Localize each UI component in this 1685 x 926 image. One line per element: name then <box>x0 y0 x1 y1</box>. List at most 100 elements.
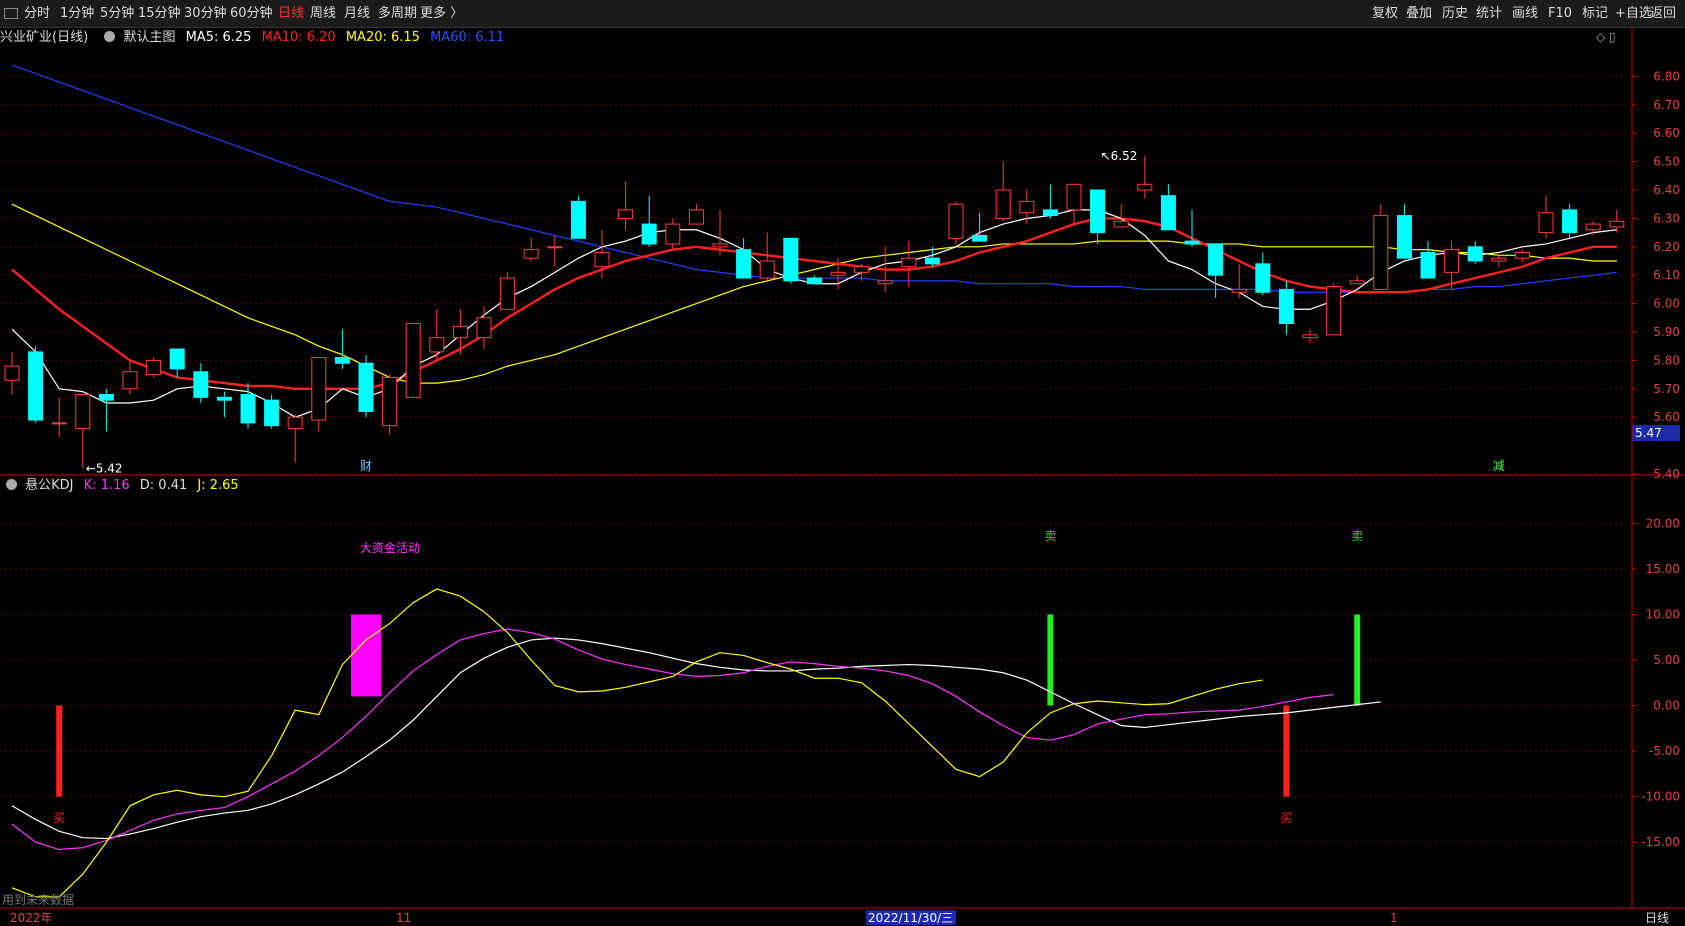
main-tick-label-4: 6.40 <box>1653 183 1680 197</box>
candle-body-17 <box>405 322 421 398</box>
kdj-tick-label-2: 10.00 <box>1646 607 1680 621</box>
kdj-label-3: 买 <box>1280 811 1292 825</box>
candle-body-15 <box>358 362 374 413</box>
candle-body-13 <box>311 357 327 421</box>
candle-body-49 <box>1160 195 1176 231</box>
candle-body-43 <box>1019 200 1035 214</box>
candle-body-54 <box>1278 288 1294 324</box>
kdj-tick-label-0: 20.00 <box>1646 516 1680 530</box>
candle-body-44 <box>1042 209 1058 217</box>
candle-body-24 <box>570 200 586 239</box>
candle-body-4 <box>98 393 114 401</box>
candle-body-58 <box>1373 215 1389 290</box>
main-tick-label-10: 5.80 <box>1653 353 1680 367</box>
candle-body-25 <box>594 251 610 268</box>
candle-body-55 <box>1302 334 1318 339</box>
candle-body-63 <box>1491 257 1507 262</box>
future-data-note: 用到未来数据 <box>2 892 74 907</box>
kdj-label-2: 卖 <box>1044 529 1056 543</box>
candle-body-9 <box>216 396 232 401</box>
main-tick-label-9: 5.90 <box>1653 325 1680 339</box>
main-tick-label-11: 5.70 <box>1653 382 1680 396</box>
candle-body-31 <box>736 249 752 279</box>
kdj-label-4: 卖 <box>1351 529 1363 543</box>
candle-body-18 <box>429 337 445 353</box>
candle-body-16 <box>382 376 398 427</box>
candle-body-14 <box>334 357 350 364</box>
candle-body-12 <box>287 416 303 430</box>
candle-body-1 <box>28 351 44 421</box>
candle-body-37 <box>877 280 893 285</box>
kdj-tick-label-1: 15.00 <box>1646 562 1680 576</box>
candle-body-35 <box>830 271 846 276</box>
main-tick-label-13: 5.40 <box>1653 467 1680 481</box>
candle-body-30 <box>712 243 728 248</box>
candle-body-32 <box>759 260 775 279</box>
candle-body-42 <box>995 189 1011 219</box>
main-tick-label-12: 5.60 <box>1653 410 1680 424</box>
candle-body-61 <box>1444 249 1460 273</box>
candle-body-36 <box>854 266 870 273</box>
time-label-0: 2022年 <box>10 911 53 925</box>
main-tick-label-0: 6.80 <box>1653 69 1680 83</box>
kdj-label-1: 大资金活动 <box>360 540 420 555</box>
candle-body-22 <box>523 249 539 259</box>
candle-body-64 <box>1514 251 1530 259</box>
candle-body-28 <box>665 223 681 245</box>
candle-body-56 <box>1326 286 1342 336</box>
candle-body-41 <box>972 234 988 242</box>
candle-body-26 <box>618 209 634 219</box>
candle-body-0 <box>4 365 20 381</box>
kdj-tick-label-5: -5.00 <box>1649 744 1680 758</box>
candle-body-45 <box>1066 183 1082 211</box>
candle-body-60 <box>1420 251 1436 279</box>
main-tick-label-5: 6.30 <box>1653 211 1680 225</box>
candle-body-11 <box>264 399 280 427</box>
candle-body-6 <box>146 359 162 376</box>
kdj-signal-bar-0 <box>56 705 63 797</box>
candle-body-3 <box>75 393 91 430</box>
kdj-label-0: 买 <box>53 811 65 825</box>
candle-body-59 <box>1396 215 1412 259</box>
d-line <box>11 628 1334 851</box>
candle-body-2 <box>51 422 67 425</box>
candle-body-7 <box>169 348 185 370</box>
chart-canvas[interactable]: 6.80 6.70 6.60 6.50 6.40 6.30 6.20 6.10 6.00 5.90… <box>0 0 1685 926</box>
candle-body-5 <box>122 371 138 390</box>
candle-body-51 <box>1208 243 1224 276</box>
main-annotation-1: ↖6.52 <box>1101 149 1138 163</box>
candle-body-65 <box>1538 212 1554 234</box>
candle-body-46 <box>1090 189 1106 234</box>
candle-body-21 <box>500 277 516 310</box>
kdj-tick-label-3: 5.00 <box>1653 653 1680 667</box>
time-label-3: 1 <box>1390 911 1398 925</box>
candle-body-48 <box>1137 183 1153 191</box>
main-tick-label-2: 6.60 <box>1653 126 1680 140</box>
kdj-tick-label-6: -10.00 <box>1641 790 1680 804</box>
candle-body-66 <box>1562 209 1578 234</box>
candle-body-29 <box>688 209 704 225</box>
candle-body-8 <box>193 371 209 398</box>
candle-body-68 <box>1609 220 1625 228</box>
time-label-2: 2022/11/30/三 <box>868 911 953 925</box>
candle-body-52 <box>1231 288 1247 293</box>
candle-body-67 <box>1585 223 1601 231</box>
candle-body-47 <box>1113 220 1129 228</box>
candle-body-34 <box>806 277 822 285</box>
kdj-tick-label-4: 0.00 <box>1653 699 1680 713</box>
candle-body-39 <box>924 257 940 265</box>
candle-body-23 <box>547 246 563 249</box>
candle-body-50 <box>1184 240 1200 245</box>
main-annotation-0: ←5.42 <box>86 461 123 475</box>
time-label-1: 11 <box>396 911 411 925</box>
kdj-signal-bar-4 <box>1354 614 1361 706</box>
main-annotation-2: 财 <box>360 459 372 473</box>
candle-body-38 <box>901 257 917 268</box>
main-tick-label-3: 6.50 <box>1653 155 1680 169</box>
candle-body-53 <box>1255 263 1271 293</box>
kdj-signal-bar-3 <box>1283 705 1290 797</box>
kdj-tick-label-7: -15.00 <box>1641 835 1680 849</box>
candle-body-62 <box>1467 246 1483 262</box>
candle-body-27 <box>641 223 657 245</box>
period-label: 日线 <box>1645 911 1669 925</box>
